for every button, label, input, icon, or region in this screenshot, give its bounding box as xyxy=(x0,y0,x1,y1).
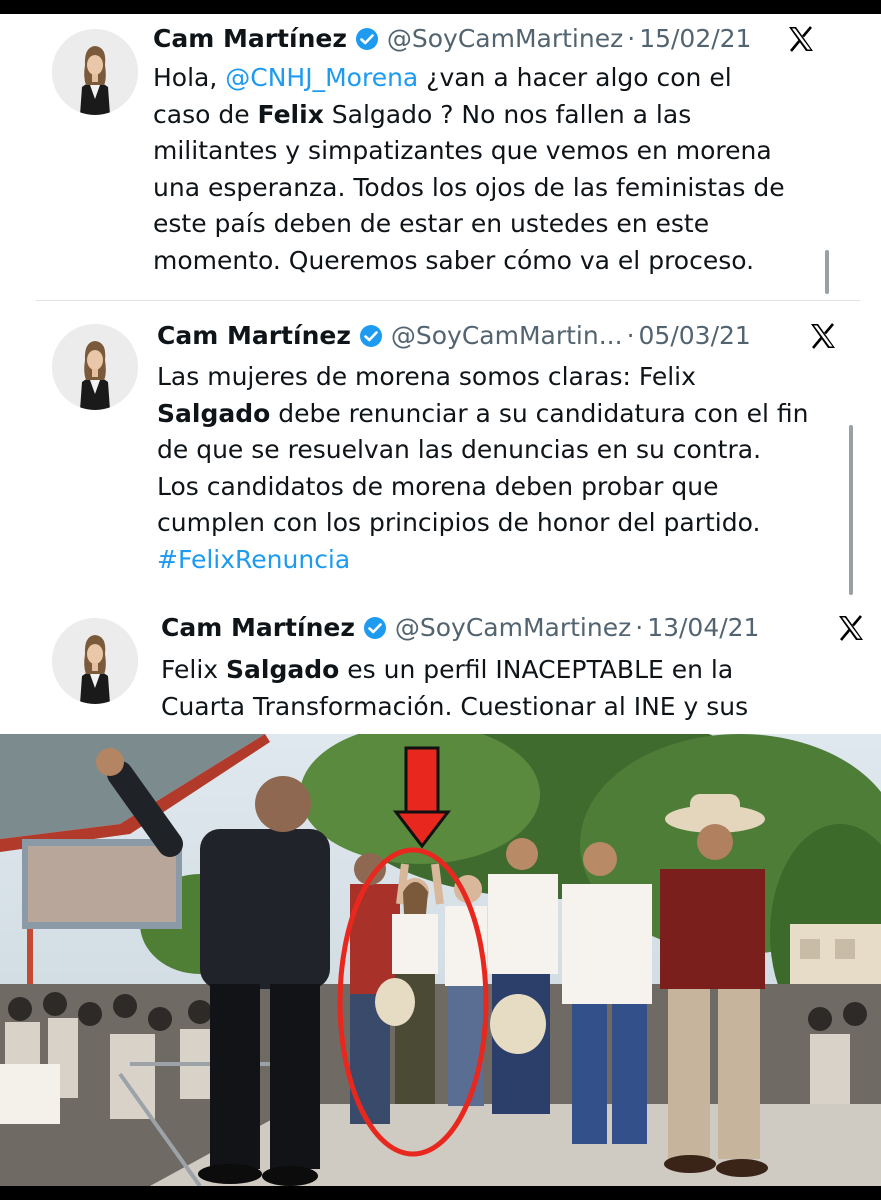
avatar-portrait-icon xyxy=(52,324,138,410)
text-span: Las mujeres de morena somos claras: Feli… xyxy=(157,362,696,391)
text-span: Cuarta Transformación. Cuestionar al INE… xyxy=(161,691,749,721)
tweet-text-line: Felix Salgado es un perfil INACEPTABLE e… xyxy=(161,652,748,689)
verified-badge-icon xyxy=(363,616,387,640)
text-span: cumplen con los principios de honor del … xyxy=(157,508,761,537)
tweet-date[interactable]: 05/03/21 xyxy=(639,321,751,351)
tweet-date[interactable]: 15/02/21 xyxy=(639,24,751,54)
x-logo-icon[interactable] xyxy=(808,321,838,351)
scrollbar-thumb[interactable] xyxy=(825,250,829,294)
mention-link[interactable]: @CNHJ_Morena xyxy=(225,63,418,92)
text-span: militantes y simpatizantes que vemos en … xyxy=(153,136,772,165)
text-span: Salgado ? No nos fallen a las xyxy=(323,99,692,129)
separator-dot: · xyxy=(627,24,636,53)
bold-text: Felix xyxy=(257,99,324,129)
x-logo-icon[interactable] xyxy=(786,24,816,54)
text-span: este país deben de estar en ustedes en e… xyxy=(153,209,710,238)
tweet-text-line: una esperanza. Todos los ojos de las fem… xyxy=(153,170,785,207)
tweet-text-line: Cuarta Transformación. Cuestionar al INE… xyxy=(161,689,748,726)
text-span: Hola, xyxy=(153,63,226,92)
text-span: ¿van a hacer algo con el xyxy=(418,63,732,92)
text-span: momento. Queremos saber cómo va el proce… xyxy=(153,245,755,275)
author-handle[interactable]: @SoyCamMartinez xyxy=(395,613,631,643)
separator-dot: · xyxy=(635,613,644,642)
separator-dot: · xyxy=(626,321,635,350)
tweet-1[interactable]: Cam Martínez @SoyCamMartinez · 15/02/21 … xyxy=(0,14,881,300)
text-span: es un perfil INACEPTABLE en la xyxy=(339,655,734,684)
tweet-text-line: momento. Queremos saber cómo va el proce… xyxy=(153,243,785,280)
x-logo-icon[interactable] xyxy=(836,613,866,643)
text-span: Los candidatos de morena deben probar qu… xyxy=(157,471,719,501)
tweet-header: Cam Martínez @SoyCamMartinez · 15/02/21 xyxy=(153,24,751,54)
event-photo xyxy=(0,734,881,1186)
bold-text: Salgado xyxy=(157,398,271,428)
avatar-portrait-icon xyxy=(52,618,138,704)
tweet-text-line: Los candidatos de morena deben probar qu… xyxy=(157,469,808,506)
screenshot-panel: Cam Martínez @SoyCamMartinez · 15/02/21 … xyxy=(0,14,881,1186)
text-span: debe renunciar a su candidatura con el f… xyxy=(270,398,809,428)
author-name[interactable]: Cam Martínez xyxy=(161,613,355,643)
tweet-3[interactable]: Cam Martínez @SoyCamMartinez · 13/04/21 … xyxy=(0,600,881,734)
scrollbar-thumb[interactable] xyxy=(849,425,853,595)
tweet-2[interactable]: Cam Martínez @SoyCamMartin... · 05/03/21… xyxy=(0,301,881,599)
avatar[interactable] xyxy=(52,618,138,704)
text-span: Felix xyxy=(161,655,227,684)
author-handle[interactable]: @SoyCamMartin... xyxy=(391,321,623,351)
bold-text: Salgado xyxy=(226,655,340,684)
tweet-header: Cam Martínez @SoyCamMartin... · 05/03/21 xyxy=(157,321,751,351)
tweet-text-line: militantes y simpatizantes que vemos en … xyxy=(153,133,785,170)
verified-badge-icon xyxy=(359,324,383,348)
tweet-text-line: Las mujeres de morena somos claras: Feli… xyxy=(157,359,808,396)
rally-photo-illustration xyxy=(0,734,881,1186)
author-name[interactable]: Cam Martínez xyxy=(153,24,347,54)
tweet-date[interactable]: 13/04/21 xyxy=(647,613,759,643)
tweet-text-line: cumplen con los principios de honor del … xyxy=(157,505,808,542)
avatar-portrait-icon xyxy=(52,29,138,115)
tweet-text: Felix Salgado es un perfil INACEPTABLE e… xyxy=(161,652,748,725)
text-span: caso de xyxy=(153,99,258,129)
tweet-text: Las mujeres de morena somos claras: Feli… xyxy=(157,359,808,578)
tweet-text-line: caso de Felix Salgado ? No nos fallen a … xyxy=(153,97,785,134)
tweet-header: Cam Martínez @SoyCamMartinez · 13/04/21 xyxy=(161,613,759,643)
tweet-text-line: #FelixRenuncia xyxy=(157,542,808,579)
tweet-text-line: Salgado debe renunciar a su candidatura … xyxy=(157,396,808,433)
hashtag-link[interactable]: #FelixRenuncia xyxy=(157,545,350,574)
text-span: una esperanza. Todos los ojos de las fem… xyxy=(153,172,785,202)
avatar[interactable] xyxy=(52,29,138,115)
verified-badge-icon xyxy=(355,27,379,51)
tweet-text: Hola, @CNHJ_Morena ¿van a hacer algo con… xyxy=(153,60,785,279)
author-name[interactable]: Cam Martínez xyxy=(157,321,351,351)
avatar[interactable] xyxy=(52,324,138,410)
tweet-text-line: este país deben de estar en ustedes en e… xyxy=(153,206,785,243)
top-black-bar xyxy=(0,0,881,14)
author-handle[interactable]: @SoyCamMartinez xyxy=(387,24,623,54)
bottom-black-bar xyxy=(0,1186,881,1200)
text-span: de que se resuelvan las denuncias en su … xyxy=(157,435,762,464)
tweet-text-line: Hola, @CNHJ_Morena ¿van a hacer algo con… xyxy=(153,60,785,97)
tweet-text-line: de que se resuelvan las denuncias en su … xyxy=(157,432,808,469)
